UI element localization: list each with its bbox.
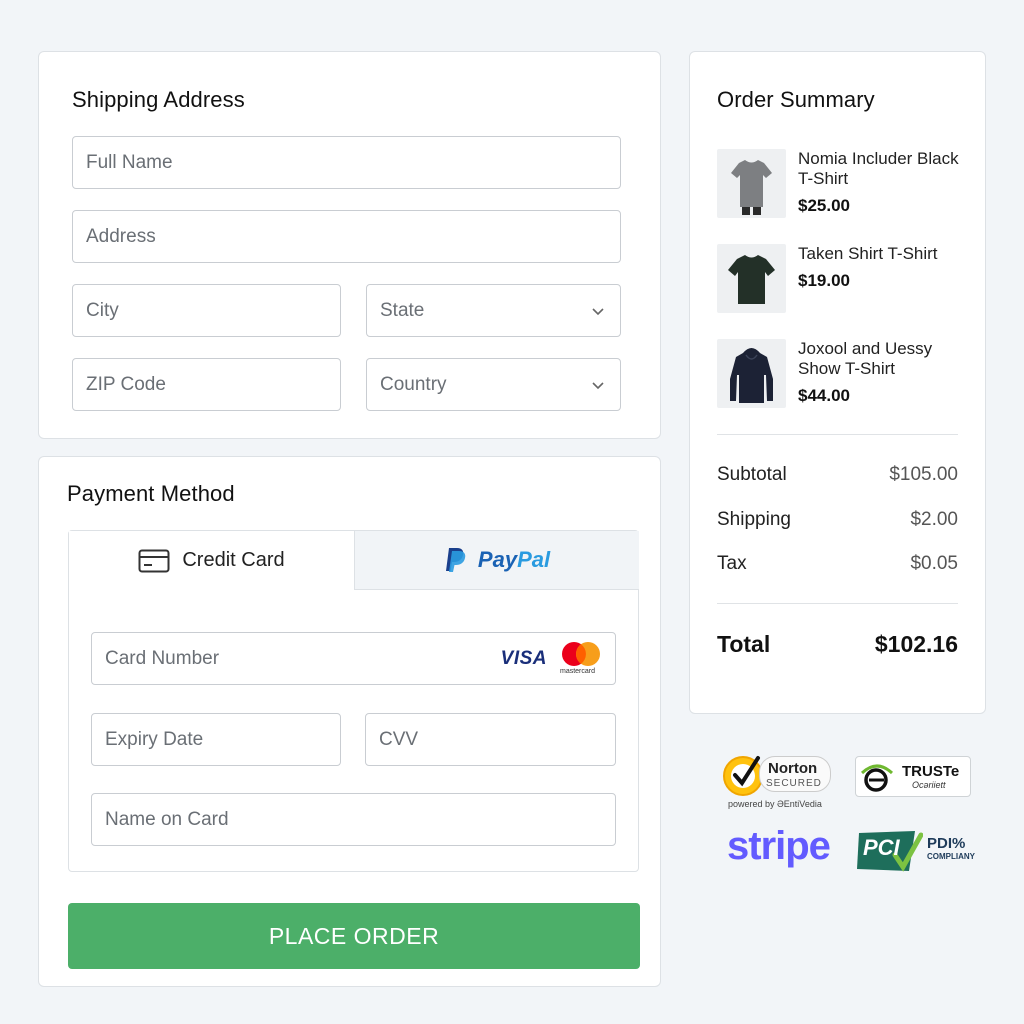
norton-text-box: Norton SECURED: [759, 756, 831, 792]
order-summary-title: Order Summary: [717, 87, 875, 112]
truste-badge: TRUSTe Ocəriiett: [855, 756, 971, 797]
item-price: $25.00: [798, 196, 850, 215]
chevron-down-icon: [592, 307, 604, 315]
credit-card-icon: [138, 549, 170, 572]
tax-value: $0.05: [910, 553, 958, 574]
name-on-card-input[interactable]: [105, 808, 615, 831]
expiry-date-field[interactable]: [91, 713, 341, 766]
product-image: [717, 244, 786, 313]
address-input[interactable]: [86, 225, 620, 248]
state-select[interactable]: [366, 284, 621, 337]
paypal-label-suffix: Pal: [517, 547, 551, 572]
shipping-row: Shipping $2.00: [717, 509, 958, 531]
norton-powered-text: powered by ƏEntiVedia: [728, 799, 822, 809]
tax-label: Tax: [717, 553, 747, 574]
subtotal-row: Subtotal $105.00: [717, 464, 958, 486]
paypal-logo-icon: [445, 548, 466, 572]
cvv-field[interactable]: [365, 713, 616, 766]
shipping-label: Shipping: [717, 509, 791, 530]
summary-divider: [717, 434, 958, 435]
full-name-input[interactable]: [86, 151, 620, 174]
mastercard-circles-icon: [562, 642, 600, 666]
item-name: Nomia Includer Black T-Shirt: [798, 149, 959, 188]
order-item: Nomia Includer Black T-Shirt $25.00: [717, 149, 967, 219]
pci-compliant-badge: PCI PDI% COMPLIANY: [857, 829, 975, 873]
summary-divider: [717, 603, 958, 604]
shipping-address-title: Shipping Address: [72, 87, 245, 112]
cvv-input[interactable]: [379, 728, 615, 751]
city-input[interactable]: [86, 299, 340, 322]
paypal-label: PayPal: [477, 547, 551, 572]
chevron-down-icon: [592, 381, 604, 389]
payment-tabs-panel: Credit Card PayPal VISA mastercard: [68, 530, 639, 872]
pci-title: PDI%: [927, 835, 966, 852]
total-value: $102.16: [874, 631, 958, 657]
tab-credit-card-label: Credit Card: [182, 549, 285, 571]
truste-subtext: Ocəriiett: [912, 780, 946, 790]
total-row: Total $102.16: [717, 631, 958, 658]
payment-method-title: Payment Method: [67, 481, 235, 506]
city-field[interactable]: [72, 284, 341, 337]
dark-tshirt-icon: [728, 255, 775, 304]
mastercard-logo: mastercard: [559, 641, 603, 677]
place-order-button[interactable]: PLACE ORDER: [68, 903, 640, 969]
payment-method-card: Payment Method Credit Card PayPal VISA: [38, 456, 661, 987]
address-field[interactable]: [72, 210, 621, 263]
name-on-card-field[interactable]: [91, 793, 616, 846]
pci-compliant-text: COMPLIANY: [927, 852, 975, 861]
full-name-field[interactable]: [72, 136, 621, 189]
product-image: [717, 149, 786, 218]
stripe-logo: stripe: [727, 824, 831, 868]
shipping-value: $2.00: [910, 509, 958, 530]
pci-name: PCI: [863, 835, 900, 860]
tab-paypal[interactable]: PayPal: [354, 531, 639, 590]
navy-hoodie-icon: [730, 348, 773, 403]
order-item: Taken Shirt T-Shirt $19.00: [717, 244, 967, 314]
card-number-input[interactable]: [105, 647, 485, 670]
item-name: Taken Shirt T-Shirt: [798, 244, 938, 263]
country-select[interactable]: [366, 358, 621, 411]
order-summary-card: Order Summary Nomia Includer Black T-Shi…: [689, 51, 986, 714]
expiry-date-input[interactable]: [105, 728, 340, 751]
norton-secured-text: SECURED: [766, 778, 822, 789]
item-name: Joxool and Uessy Show T-Shirt: [798, 339, 933, 378]
tab-credit-card[interactable]: Credit Card: [69, 531, 354, 590]
zip-code-field[interactable]: [72, 358, 341, 411]
state-input[interactable]: [380, 299, 620, 322]
zip-code-input[interactable]: [86, 373, 340, 396]
gray-tshirt-icon: [731, 160, 772, 215]
card-number-field[interactable]: VISA mastercard: [91, 632, 616, 685]
truste-name: TRUSTe: [902, 763, 960, 780]
product-image: [717, 339, 786, 408]
total-label: Total: [717, 631, 771, 657]
truste-logo-icon: [860, 764, 894, 792]
mastercard-label: mastercard: [560, 668, 596, 675]
card-brands: VISA mastercard: [501, 641, 603, 677]
item-price: $44.00: [798, 386, 850, 405]
shipping-address-card: Shipping Address: [38, 51, 661, 439]
norton-secured-badge: Norton SECURED powered by ƏEntiVedia: [719, 752, 834, 812]
item-price: $19.00: [798, 271, 850, 290]
tax-row: Tax $0.05: [717, 553, 958, 575]
subtotal-value: $105.00: [889, 464, 958, 485]
country-input[interactable]: [380, 373, 620, 396]
order-item: Joxool and Uessy Show T-Shirt $44.00: [717, 339, 967, 409]
visa-logo: VISA: [500, 648, 547, 669]
norton-name: Norton: [768, 760, 818, 777]
subtotal-label: Subtotal: [717, 464, 787, 485]
